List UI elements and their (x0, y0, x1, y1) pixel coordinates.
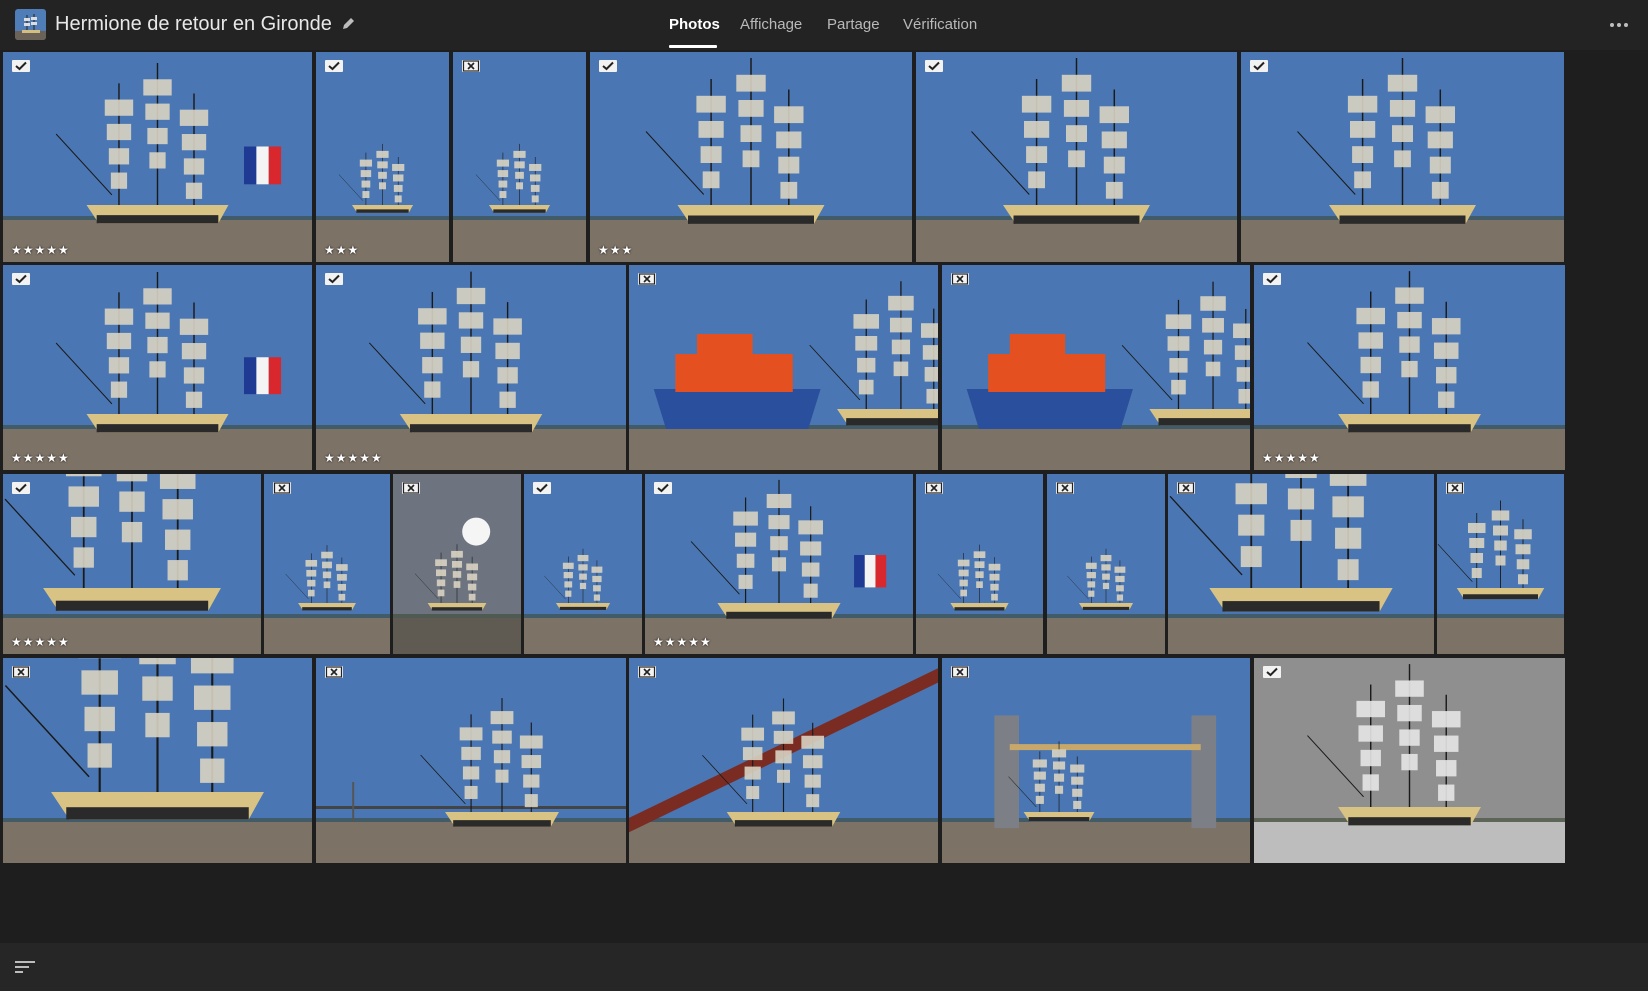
photo-tile[interactable] (916, 474, 1043, 654)
reject-flag-icon[interactable] (951, 273, 969, 285)
tab-verification[interactable]: Vérification (903, 16, 977, 33)
reject-flag-icon[interactable] (1446, 482, 1464, 494)
photo-tile[interactable] (393, 474, 521, 654)
photo-tile[interactable] (316, 658, 626, 863)
photo-thumbnail (453, 52, 586, 262)
star-rating[interactable]: ★★★ (598, 243, 633, 257)
photo-thumbnail (590, 52, 912, 262)
photo-thumbnail (916, 474, 1043, 654)
photo-tile[interactable] (942, 658, 1250, 863)
photo-thumbnail (645, 474, 913, 654)
photo-tile[interactable]: ★★★ (316, 52, 449, 262)
star-rating[interactable]: ★★★★★ (1262, 451, 1321, 465)
pick-flag-icon[interactable] (1263, 273, 1281, 285)
photo-thumbnail (3, 52, 312, 262)
album-cover-thumbnail[interactable] (15, 9, 46, 40)
reject-flag-icon[interactable] (1177, 482, 1195, 494)
star-rating[interactable]: ★★★ (324, 243, 359, 257)
star-rating[interactable]: ★★★★★ (324, 451, 383, 465)
photo-thumbnail (1437, 474, 1564, 654)
reject-flag-icon[interactable] (925, 482, 943, 494)
star-rating[interactable]: ★★★★★ (11, 451, 70, 465)
photo-tile[interactable] (453, 52, 586, 262)
photo-thumbnail (916, 52, 1237, 262)
pick-flag-icon[interactable] (925, 60, 943, 72)
photo-tile[interactable]: ★★★★★ (645, 474, 913, 654)
star-rating[interactable]: ★★★★★ (11, 635, 70, 649)
photo-thumbnail (1241, 52, 1564, 262)
pick-flag-icon[interactable] (325, 60, 343, 72)
photo-thumbnail (629, 658, 938, 863)
star-rating[interactable]: ★★★★★ (11, 243, 70, 257)
photo-thumbnail (3, 265, 312, 470)
photo-thumbnail (393, 474, 521, 654)
photo-thumbnail (316, 658, 626, 863)
tab-photos[interactable]: Photos (669, 16, 720, 33)
pick-flag-icon[interactable] (12, 60, 30, 72)
pick-flag-icon[interactable] (12, 273, 30, 285)
pick-flag-icon[interactable] (599, 60, 617, 72)
photo-tile[interactable]: ★★★★★ (3, 52, 312, 262)
photo-tile[interactable] (524, 474, 642, 654)
photo-thumbnail (1047, 474, 1165, 654)
top-bar: Hermione de retour en Gironde Photos Aff… (0, 0, 1648, 50)
reject-flag-icon[interactable] (1056, 482, 1074, 494)
pencil-icon[interactable] (340, 16, 356, 32)
photo-tile[interactable] (264, 474, 390, 654)
photo-tile[interactable] (3, 658, 312, 863)
photo-thumbnail (1254, 658, 1565, 863)
reject-flag-icon[interactable] (325, 666, 343, 678)
photo-thumbnail (524, 474, 642, 654)
tab-partage[interactable]: Partage (827, 16, 880, 33)
reject-flag-icon[interactable] (273, 482, 291, 494)
photo-tile[interactable]: ★★★ (590, 52, 912, 262)
photo-thumbnail (316, 265, 626, 470)
photo-tile[interactable] (1437, 474, 1564, 654)
photo-grid: ★★★★★ ★★★ ★★★ ★★★★★ ★★★★★ ★★★★★ ★★★★★ ★★★★★ (0, 50, 1648, 910)
active-tab-indicator (669, 45, 717, 48)
photo-tile[interactable]: ★★★★★ (1254, 265, 1565, 470)
photo-thumbnail (1168, 474, 1434, 654)
photo-thumbnail (264, 474, 390, 654)
photo-tile[interactable]: ★★★★★ (3, 474, 261, 654)
photo-tile[interactable]: ★★★★★ (3, 265, 312, 470)
photo-thumbnail (3, 474, 261, 654)
photo-thumbnail (3, 658, 312, 863)
star-rating[interactable]: ★★★★★ (653, 635, 712, 649)
more-horizontal-icon[interactable] (1606, 14, 1632, 36)
tab-affichage[interactable]: Affichage (740, 16, 802, 33)
pick-flag-icon[interactable] (1263, 666, 1281, 678)
photo-tile[interactable] (1254, 658, 1565, 863)
bottom-bar (0, 943, 1648, 991)
photo-tile[interactable]: ★★★★★ (316, 265, 626, 470)
photo-tile[interactable] (1168, 474, 1434, 654)
reject-flag-icon[interactable] (462, 60, 480, 72)
photo-tile[interactable] (629, 265, 938, 470)
reject-flag-icon[interactable] (951, 666, 969, 678)
reject-flag-icon[interactable] (638, 666, 656, 678)
photo-thumbnail (942, 265, 1250, 470)
reject-flag-icon[interactable] (638, 273, 656, 285)
sort-filter-icon[interactable] (14, 958, 36, 976)
pick-flag-icon[interactable] (533, 482, 551, 494)
reject-flag-icon[interactable] (402, 482, 420, 494)
pick-flag-icon[interactable] (1250, 60, 1268, 72)
pick-flag-icon[interactable] (12, 482, 30, 494)
photo-thumbnail (942, 658, 1250, 863)
album-title: Hermione de retour en Gironde (55, 13, 332, 35)
pick-flag-icon[interactable] (325, 273, 343, 285)
photo-thumbnail (316, 52, 449, 262)
pick-flag-icon[interactable] (654, 482, 672, 494)
photo-thumbnail (629, 265, 938, 470)
photo-tile[interactable] (916, 52, 1237, 262)
photo-thumbnail (1254, 265, 1565, 470)
reject-flag-icon[interactable] (12, 666, 30, 678)
photo-tile[interactable] (629, 658, 938, 863)
photo-tile[interactable] (1241, 52, 1564, 262)
photo-tile[interactable] (942, 265, 1250, 470)
photo-tile[interactable] (1047, 474, 1165, 654)
